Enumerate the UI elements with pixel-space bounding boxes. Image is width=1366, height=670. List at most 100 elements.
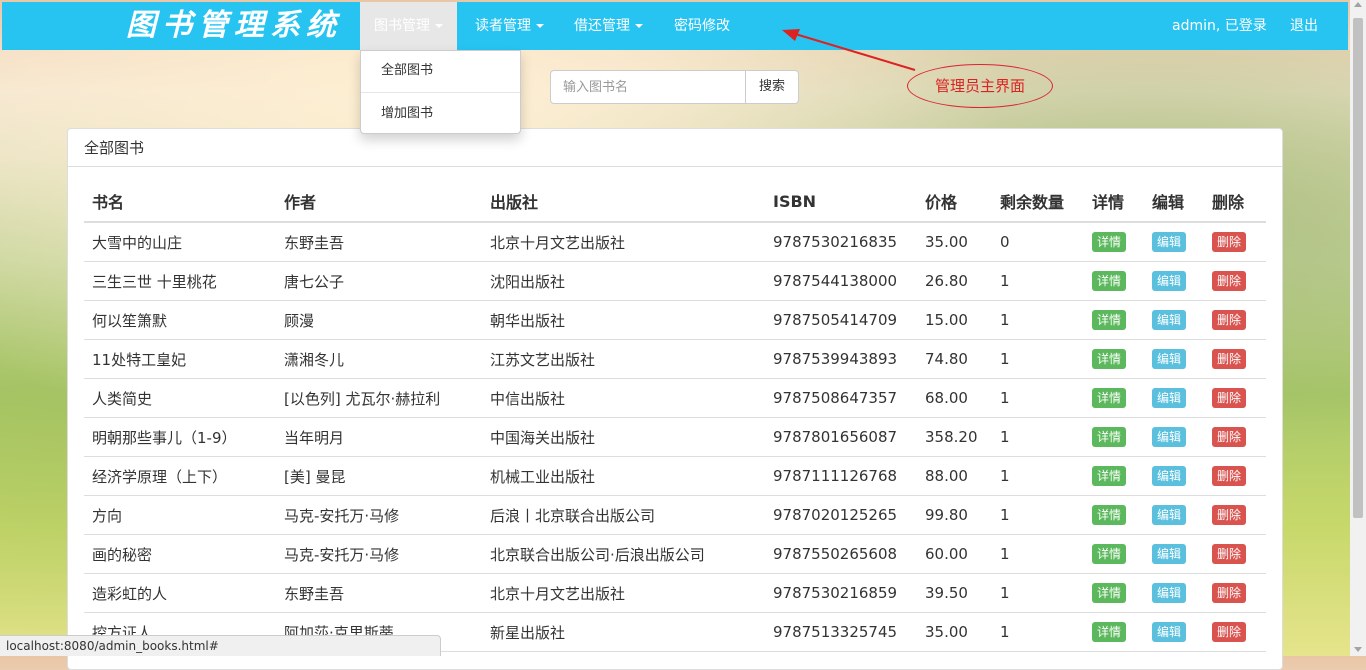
cell-remaining: 1: [992, 456, 1084, 496]
cell-action: 删除: [1204, 261, 1266, 301]
delete-button[interactable]: 删除: [1212, 583, 1247, 603]
cell-author: 东野圭吾: [276, 573, 482, 613]
edit-button[interactable]: 编辑: [1152, 466, 1187, 486]
vertical-scrollbar[interactable]: [1350, 0, 1366, 656]
cell-action: 编辑: [1144, 495, 1204, 535]
delete-button[interactable]: 删除: [1212, 622, 1247, 642]
cell-title: 何以笙箫默: [84, 300, 276, 340]
table-row: 方向 马克-安托万·马修 后浪丨北京联合出版公司 9787020125265 99.80…: [84, 495, 1266, 535]
cell-action: 编辑: [1144, 456, 1204, 496]
cell-title: 三生三世 十里桃花: [84, 261, 276, 301]
cell-author: [美] 曼昆: [276, 456, 482, 496]
edit-button[interactable]: 编辑: [1152, 622, 1187, 642]
table-row: 11处特工皇妃 潇湘冬儿 江苏文艺出版社 9787539943893 74.80 1 详情 编…: [84, 339, 1266, 379]
cell-author: 当年明月: [276, 417, 482, 457]
cell-action: 删除: [1204, 222, 1266, 262]
table-row: 人类简史 [以色列] 尤瓦尔·赫拉利 中信出版社 9787508647357 68.00…: [84, 378, 1266, 418]
cell-author: 马克-安托万·马修: [276, 495, 482, 535]
edit-button[interactable]: 编辑: [1152, 583, 1187, 603]
cell-remaining: 1: [992, 261, 1084, 301]
cell-action: 详情: [1084, 456, 1144, 496]
delete-button[interactable]: 删除: [1212, 310, 1247, 330]
edit-button[interactable]: 编辑: [1152, 427, 1187, 447]
books-panel: 全部图书 书名 作者 出版社 ISBN 价格 剩余数量 详情 编辑 删除 大雪中…: [67, 128, 1283, 670]
table-header-row: 书名 作者 出版社 ISBN 价格 剩余数量 详情 编辑 删除: [84, 181, 1266, 223]
detail-button[interactable]: 详情: [1092, 349, 1127, 369]
delete-button[interactable]: 删除: [1212, 232, 1247, 252]
detail-button[interactable]: 详情: [1092, 622, 1127, 642]
cell-action: 详情: [1084, 222, 1144, 262]
cell-action: 删除: [1204, 573, 1266, 613]
scroll-up-arrow-icon[interactable]: [1354, 2, 1362, 7]
edit-button[interactable]: 编辑: [1152, 505, 1187, 525]
dropdown-item-add-book[interactable]: 增加图书: [361, 94, 520, 134]
cell-title: 大雪中的山庄: [84, 222, 276, 262]
column-header-remaining: 剩余数量: [992, 181, 1084, 223]
cell-title: 方向: [84, 495, 276, 535]
cell-action: 编辑: [1144, 339, 1204, 379]
detail-button[interactable]: 详情: [1092, 466, 1127, 486]
cell-action: 删除: [1204, 612, 1266, 652]
table-row: 造彩虹的人 东野圭吾 北京十月文艺出版社 9787530216859 39.50 1 详情 编…: [84, 573, 1266, 613]
cell-author: 马克-安托万·马修: [276, 534, 482, 574]
cell-publisher: 北京十月文艺出版社: [482, 222, 765, 262]
detail-button[interactable]: 详情: [1092, 310, 1127, 330]
detail-button[interactable]: 详情: [1092, 544, 1127, 564]
cell-action: 详情: [1084, 573, 1144, 613]
cell-author: 唐七公子: [276, 261, 482, 301]
edit-button[interactable]: 编辑: [1152, 349, 1187, 369]
cell-publisher: 朝华出版社: [482, 300, 765, 340]
detail-button[interactable]: 详情: [1092, 271, 1127, 291]
cell-action: 删除: [1204, 417, 1266, 457]
cell-action: 编辑: [1144, 417, 1204, 457]
detail-button[interactable]: 详情: [1092, 505, 1127, 525]
table-row: 何以笙箫默 顾漫 朝华出版社 9787505414709 15.00 1 详情 编辑 删除: [84, 300, 1266, 340]
edit-button[interactable]: 编辑: [1152, 388, 1187, 408]
delete-button[interactable]: 删除: [1212, 388, 1247, 408]
cell-price: 35.00: [917, 612, 992, 652]
edit-button[interactable]: 编辑: [1152, 544, 1187, 564]
cell-price: 39.50: [917, 573, 992, 613]
delete-button[interactable]: 删除: [1212, 271, 1247, 291]
cell-action: 详情: [1084, 378, 1144, 418]
cell-action: 详情: [1084, 495, 1144, 535]
cell-author: 潇湘冬儿: [276, 339, 482, 379]
detail-button[interactable]: 详情: [1092, 583, 1127, 603]
detail-button[interactable]: 详情: [1092, 388, 1127, 408]
cell-price: 26.80: [917, 261, 992, 301]
delete-button[interactable]: 删除: [1212, 466, 1247, 486]
cell-isbn: 9787020125265: [765, 495, 917, 535]
cell-publisher: 北京联合出版公司·后浪出版公司: [482, 534, 765, 574]
delete-button[interactable]: 删除: [1212, 427, 1247, 447]
edit-button[interactable]: 编辑: [1152, 271, 1187, 291]
cell-price: 15.00: [917, 300, 992, 340]
cell-remaining: 1: [992, 300, 1084, 340]
scrollbar-thumb[interactable]: [1353, 18, 1363, 518]
cell-action: 编辑: [1144, 261, 1204, 301]
cell-publisher: 北京十月文艺出版社: [482, 573, 765, 613]
cell-title: 人类简史: [84, 378, 276, 418]
detail-button[interactable]: 详情: [1092, 427, 1127, 447]
table-row: 三生三世 十里桃花 唐七公子 沈阳出版社 9787544138000 26.80 1 详情 编…: [84, 261, 1266, 301]
edit-button[interactable]: 编辑: [1152, 310, 1187, 330]
cell-isbn: 9787550265608: [765, 534, 917, 574]
delete-button[interactable]: 删除: [1212, 544, 1247, 564]
cell-action: 删除: [1204, 300, 1266, 340]
detail-button[interactable]: 详情: [1092, 232, 1127, 252]
cell-title: 经济学原理（上下）: [84, 456, 276, 496]
delete-button[interactable]: 删除: [1212, 505, 1247, 525]
annotation-label: 管理员主界面: [934, 77, 1025, 95]
cell-publisher: 机械工业出版社: [482, 456, 765, 496]
cell-remaining: 0: [992, 222, 1084, 262]
edit-button[interactable]: 编辑: [1152, 232, 1187, 252]
column-header-isbn: ISBN: [765, 181, 917, 223]
cell-action: 删除: [1204, 495, 1266, 535]
column-header-delete: 删除: [1204, 181, 1266, 223]
table-row: 画的秘密 马克-安托万·马修 北京联合出版公司·后浪出版公司 978755026560…: [84, 534, 1266, 574]
dropdown-item-all-books[interactable]: 全部图书: [361, 51, 520, 91]
delete-button[interactable]: 删除: [1212, 349, 1247, 369]
cell-isbn: 9787505414709: [765, 300, 917, 340]
scroll-down-arrow-icon[interactable]: [1354, 647, 1362, 652]
cell-action: 详情: [1084, 417, 1144, 457]
column-header-detail: 详情: [1084, 181, 1144, 223]
